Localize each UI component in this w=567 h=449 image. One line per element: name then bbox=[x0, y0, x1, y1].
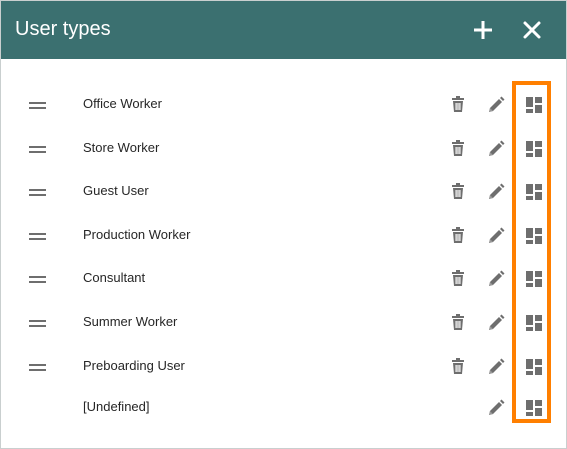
layout-button[interactable] bbox=[523, 312, 545, 334]
drag-handle-icon[interactable] bbox=[29, 315, 47, 329]
trash-icon bbox=[452, 314, 464, 330]
user-type-label: Summer Worker bbox=[83, 314, 178, 329]
pencil-icon bbox=[489, 270, 505, 286]
delete-button[interactable] bbox=[447, 268, 469, 290]
dashboard-layout-icon bbox=[526, 359, 542, 375]
edit-button[interactable] bbox=[485, 268, 507, 290]
user-type-row: Office Worker bbox=[1, 87, 566, 123]
layout-button[interactable] bbox=[523, 397, 545, 419]
user-type-row: Consultant bbox=[1, 261, 566, 297]
drag-handle-icon[interactable] bbox=[29, 228, 47, 242]
edit-button[interactable] bbox=[485, 138, 507, 160]
layout-button[interactable] bbox=[523, 225, 545, 247]
user-type-label: Office Worker bbox=[83, 96, 162, 111]
pencil-icon bbox=[489, 96, 505, 112]
drag-handle-icon[interactable] bbox=[29, 271, 47, 285]
delete-button[interactable] bbox=[447, 94, 469, 116]
user-type-row: Store Worker bbox=[1, 131, 566, 167]
user-type-row: Preboarding User bbox=[1, 349, 566, 385]
dashboard-layout-icon bbox=[526, 97, 542, 113]
layout-button[interactable] bbox=[523, 94, 545, 116]
trash-icon bbox=[452, 270, 464, 286]
layout-button[interactable] bbox=[523, 268, 545, 290]
user-type-label: [Undefined] bbox=[83, 399, 150, 414]
delete-button[interactable] bbox=[447, 356, 469, 378]
pencil-icon bbox=[489, 227, 505, 243]
layout-button[interactable] bbox=[523, 181, 545, 203]
close-button[interactable] bbox=[517, 15, 547, 45]
dashboard-layout-icon bbox=[526, 315, 542, 331]
user-types-dialog: User types Office Worker Store Worker Gu… bbox=[0, 0, 567, 449]
drag-handle-icon[interactable] bbox=[29, 97, 47, 111]
delete-button[interactable] bbox=[447, 225, 469, 247]
pencil-icon bbox=[489, 183, 505, 199]
user-type-label: Preboarding User bbox=[83, 358, 185, 373]
user-type-row: Summer Worker bbox=[1, 305, 566, 341]
dashboard-layout-icon bbox=[526, 271, 542, 287]
pencil-icon bbox=[489, 399, 505, 415]
edit-button[interactable] bbox=[485, 312, 507, 334]
user-type-row: Production Worker bbox=[1, 218, 566, 254]
dialog-title: User types bbox=[15, 18, 111, 40]
user-type-row: [Undefined] bbox=[1, 390, 566, 426]
dashboard-layout-icon bbox=[526, 228, 542, 244]
user-type-label: Production Worker bbox=[83, 227, 191, 242]
dialog-header: User types bbox=[1, 1, 566, 59]
trash-icon bbox=[452, 140, 464, 156]
drag-handle-icon[interactable] bbox=[29, 184, 47, 198]
user-type-label: Store Worker bbox=[83, 140, 160, 155]
delete-button[interactable] bbox=[447, 312, 469, 334]
close-icon bbox=[523, 21, 541, 39]
user-type-label: Guest User bbox=[83, 183, 149, 198]
delete-button[interactable] bbox=[447, 181, 469, 203]
edit-button[interactable] bbox=[485, 225, 507, 247]
trash-icon bbox=[452, 358, 464, 374]
dashboard-layout-icon bbox=[526, 141, 542, 157]
edit-button[interactable] bbox=[485, 94, 507, 116]
dashboard-layout-icon bbox=[526, 400, 542, 416]
layout-button[interactable] bbox=[523, 356, 545, 378]
edit-button[interactable] bbox=[485, 397, 507, 419]
add-user-type-button[interactable] bbox=[468, 15, 498, 45]
trash-icon bbox=[452, 183, 464, 199]
trash-icon bbox=[452, 96, 464, 112]
drag-handle-icon[interactable] bbox=[29, 141, 47, 155]
dashboard-layout-icon bbox=[526, 184, 542, 200]
edit-button[interactable] bbox=[485, 181, 507, 203]
user-type-label: Consultant bbox=[83, 270, 146, 285]
pencil-icon bbox=[489, 140, 505, 156]
plus-icon bbox=[474, 21, 492, 39]
edit-button[interactable] bbox=[485, 356, 507, 378]
user-type-row: Guest User bbox=[1, 174, 566, 210]
trash-icon bbox=[452, 227, 464, 243]
delete-button[interactable] bbox=[447, 138, 469, 160]
pencil-icon bbox=[489, 314, 505, 330]
pencil-icon bbox=[489, 358, 505, 374]
drag-handle-icon[interactable] bbox=[29, 359, 47, 373]
layout-button[interactable] bbox=[523, 138, 545, 160]
